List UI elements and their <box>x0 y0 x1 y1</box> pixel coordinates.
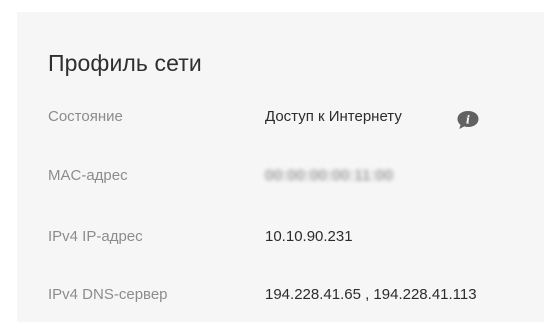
ipv4-address-value: 10.10.90.231 <box>265 228 353 245</box>
ipv4-dns-label: IPv4 DNS-сервер <box>48 286 168 303</box>
status-value: Доступ к Интернету <box>265 108 402 125</box>
network-profile-card: Профиль сети Состояние Доступ к Интернет… <box>17 12 544 322</box>
status-label: Состояние <box>48 108 123 125</box>
page-title: Профиль сети <box>48 50 202 76</box>
ipv4-dns-value: 194.228.41.65 , 194.228.41.113 <box>265 286 477 303</box>
info-icon[interactable]: i <box>456 110 480 130</box>
mac-address-label: MAC-адрес <box>48 167 128 184</box>
ipv4-address-label: IPv4 IP-адрес <box>48 228 143 245</box>
svg-text:i: i <box>466 114 470 127</box>
mac-address-value: 00:00:00:00:11:00 <box>265 167 394 184</box>
